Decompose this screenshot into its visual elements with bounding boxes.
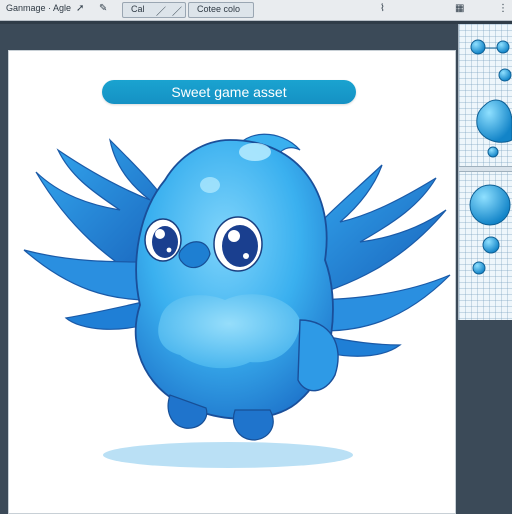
ref-ball-2 <box>496 40 510 54</box>
ref-ball-7 <box>472 261 486 275</box>
ref-ball-3 <box>498 68 512 82</box>
left-eye <box>144 218 182 262</box>
head-highlight <box>239 143 271 161</box>
ref-ball-4 <box>487 146 499 158</box>
right-eye <box>213 216 263 272</box>
ref-ball-6 <box>482 236 500 254</box>
ref-ball-5 <box>469 184 511 226</box>
ground-shadow <box>103 442 353 468</box>
reference-balls <box>469 39 512 275</box>
head-highlight-small <box>200 177 220 193</box>
ref-egg <box>476 99 512 143</box>
asset-title-banner: Sweet game asset <box>102 80 356 104</box>
ref-ball-1 <box>470 39 486 55</box>
illustration-layer <box>23 39 512 468</box>
right-foot <box>233 409 274 441</box>
